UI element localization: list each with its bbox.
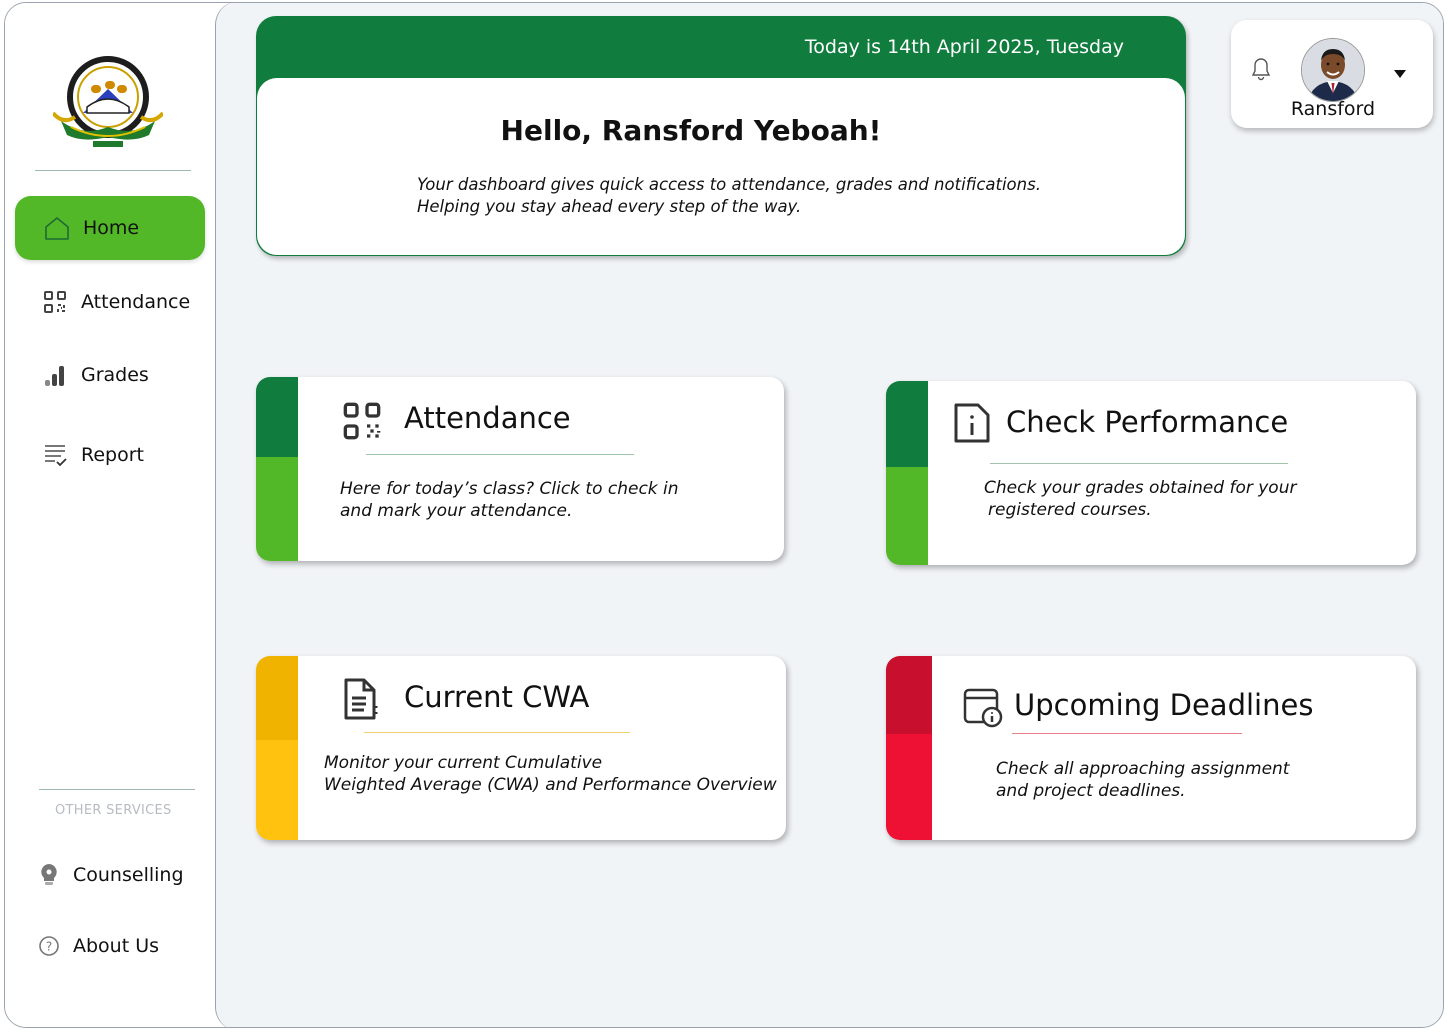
card-accent-top	[256, 656, 298, 740]
card-description: Check all approaching assignment and pro…	[996, 758, 1289, 802]
welcome-subtitle-line: Helping you stay ahead every step of the…	[417, 197, 802, 216]
other-services-label: OTHER SERVICES	[55, 803, 172, 818]
attendance-card[interactable]: Attendance Here for today’s class? Click…	[256, 377, 784, 561]
card-description: Here for today’s class? Click to check i…	[340, 478, 679, 522]
card-accent-bottom	[256, 740, 298, 840]
svg-text:?: ?	[46, 940, 52, 954]
info-document-icon	[952, 401, 992, 449]
current-cwa-card[interactable]: Current CWA Monitor your current Cumulat…	[256, 656, 786, 840]
card-divider	[1012, 733, 1242, 734]
welcome-banner: Today is 14th April 2025, Tuesday Hello,…	[256, 16, 1186, 256]
card-accent-bottom	[886, 734, 932, 840]
card-description-line: registered courses.	[988, 500, 1152, 520]
lightbulb-icon	[35, 861, 63, 889]
card-divider	[366, 454, 634, 455]
report-icon	[41, 441, 69, 469]
card-description-line: Here for today’s class? Click to check i…	[340, 479, 679, 499]
card-description-line: and project deadlines.	[996, 781, 1186, 801]
card-divider	[364, 732, 630, 733]
sidebar-item-grades[interactable]: Grades	[41, 361, 149, 389]
sidebar-item-counselling[interactable]: Counselling	[35, 861, 184, 889]
welcome-subtitle: Your dashboard gives quick access to att…	[417, 174, 1041, 218]
card-accent-bottom	[886, 467, 928, 565]
card-title: Upcoming Deadlines	[1014, 688, 1314, 722]
user-profile-box: Ransford	[1231, 20, 1433, 128]
card-title: Check Performance	[1006, 405, 1289, 439]
sidebar-item-label: Grades	[81, 364, 149, 386]
qr-code-icon	[41, 288, 69, 316]
greeting-heading: Hello, Ransford Yeboah!	[500, 114, 882, 147]
sidebar-item-report[interactable]: Report	[41, 441, 144, 469]
calendar-info-icon	[962, 686, 1006, 734]
main-content: Today is 14th April 2025, Tuesday Hello,…	[215, 3, 1443, 1027]
other-services-divider	[39, 789, 195, 790]
date-text: Today is 14th April 2025, Tuesday	[804, 36, 1124, 58]
card-description: Monitor your current Cumulative Weighted…	[324, 752, 777, 796]
check-performance-card[interactable]: Check Performance Check your grades obta…	[886, 381, 1416, 565]
card-divider	[990, 463, 1288, 464]
sidebar-item-label: About Us	[73, 935, 160, 957]
sidebar-item-attendance[interactable]: Attendance	[41, 288, 190, 316]
help-circle-icon: ?	[35, 932, 63, 960]
sidebar-item-about-us[interactable]: ? About Us	[35, 932, 159, 960]
card-accent-top	[256, 377, 298, 457]
sidebar-item-label: Home	[83, 217, 140, 239]
card-accent-top	[886, 656, 932, 734]
card-accent-bottom	[256, 457, 298, 561]
document-list-icon	[342, 676, 380, 726]
app-window: Home Attendance Grades Report OTHER SERV…	[4, 2, 1444, 1028]
qr-code-icon	[342, 401, 382, 445]
card-accent-top	[886, 381, 928, 467]
sidebar-item-label: Counselling	[73, 864, 184, 886]
card-description-line: Check your grades obtained for your	[984, 478, 1297, 498]
card-description-line: Weighted Average (CWA) and Performance O…	[324, 775, 777, 795]
avatar[interactable]	[1301, 38, 1365, 102]
welcome-card: Hello, Ransford Yeboah! Your dashboard g…	[257, 78, 1185, 255]
card-title: Attendance	[404, 401, 571, 435]
sidebar: Home Attendance Grades Report OTHER SERV…	[5, 3, 215, 1027]
user-name: Ransford	[1290, 98, 1376, 120]
sidebar-item-label: Attendance	[81, 291, 191, 313]
chevron-down-icon[interactable]	[1393, 64, 1407, 83]
card-title: Current CWA	[404, 680, 590, 714]
card-description-line: Monitor your current Cumulative	[324, 753, 603, 773]
sidebar-item-label: Report	[81, 444, 144, 466]
card-description-line: Check all approaching assignment	[996, 759, 1290, 779]
bell-icon[interactable]	[1249, 56, 1273, 86]
card-description: Check your grades obtained for your regi…	[984, 477, 1296, 521]
home-icon	[43, 214, 71, 242]
upcoming-deadlines-card[interactable]: Upcoming Deadlines Check all approaching…	[886, 656, 1416, 840]
bar-chart-icon	[41, 361, 69, 389]
institute-logo	[51, 55, 165, 155]
card-description-line: and mark your attendance.	[340, 501, 573, 521]
sidebar-item-home[interactable]: Home	[15, 196, 205, 260]
sidebar-divider	[35, 170, 191, 171]
welcome-subtitle-line: Your dashboard gives quick access to att…	[417, 175, 1041, 194]
